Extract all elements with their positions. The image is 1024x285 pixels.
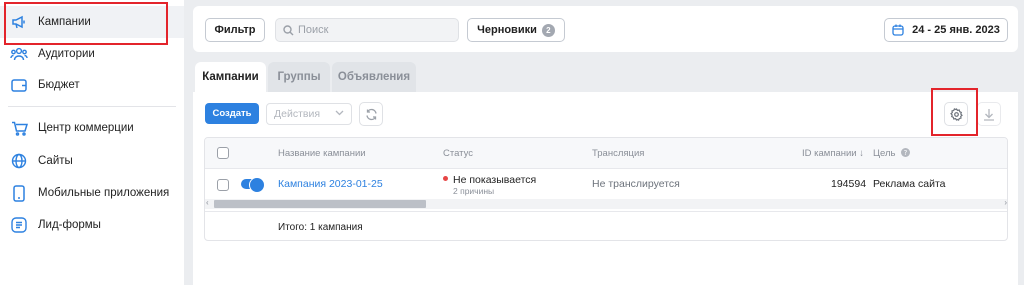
scrollbar-thumb[interactable]	[214, 200, 426, 208]
help-icon[interactable]: ?	[901, 148, 911, 160]
sidebar-item-label: Бюджет	[38, 79, 80, 91]
status-dot	[443, 176, 448, 181]
chevron-down-icon	[335, 110, 344, 116]
actions-select-label: Действия	[274, 108, 321, 120]
campaign-name-link[interactable]: Кампания 2023-01-25	[278, 178, 383, 190]
refresh-button[interactable]	[359, 102, 383, 126]
total-count: Итого: 1 кампания	[278, 222, 363, 233]
sidebar-item-sites[interactable]: Сайты	[0, 145, 184, 177]
tab-label: Группы	[277, 71, 321, 83]
globe-icon	[10, 152, 28, 170]
sidebar-item-label: Аудитории	[38, 48, 95, 60]
campaign-toggle[interactable]	[241, 177, 265, 193]
table-footer: Итого: 1 кампания	[205, 211, 1007, 240]
cart-icon	[10, 119, 28, 137]
drafts-button-label: Черновики	[477, 24, 537, 36]
table-header: Название кампании Статус Трансляция ID к…	[205, 138, 1007, 169]
horizontal-scrollbar[interactable]: ‹ ›	[205, 198, 1007, 209]
sidebar: Кампании Аудитории Бюджет Центр коммерци…	[0, 0, 184, 285]
drafts-count-badge: 2	[541, 23, 555, 37]
sidebar-item-audiences[interactable]: Аудитории	[0, 38, 184, 70]
sidebar-item-commerce[interactable]: Центр коммерции	[0, 112, 184, 144]
sidebar-item-budget[interactable]: Бюджет	[0, 69, 184, 101]
create-button-label: Создать	[212, 108, 252, 119]
download-button[interactable]	[977, 102, 1001, 126]
campaign-id: 194594	[831, 178, 867, 190]
sidebar-item-lead-forms[interactable]: Лид-формы	[0, 209, 184, 241]
download-icon	[983, 108, 995, 121]
sidebar-item-label: Лид-формы	[38, 219, 101, 231]
column-header-status[interactable]: Статус	[443, 148, 473, 159]
svg-text:?: ?	[904, 149, 908, 157]
search-icon	[283, 24, 294, 36]
search-field[interactable]	[275, 18, 459, 42]
settings-button[interactable]	[944, 102, 968, 126]
filter-button-label: Фильтр	[214, 24, 256, 36]
search-input[interactable]	[298, 24, 448, 36]
column-header-goal[interactable]: Цель ?	[873, 148, 911, 160]
scroll-left-arrow[interactable]: ‹	[206, 198, 209, 207]
date-range-button[interactable]: 24 - 25 янв. 2023	[884, 18, 1008, 42]
people-icon	[10, 45, 28, 63]
sidebar-item-label: Центр коммерции	[38, 122, 134, 134]
tab-label: Объявления	[337, 71, 411, 83]
tab-label: Кампании	[202, 71, 259, 83]
actions-select[interactable]: Действия	[266, 103, 352, 125]
status-label: Не показывается	[453, 174, 537, 186]
broadcast-status: Не транслируется	[592, 178, 680, 190]
megaphone-icon	[10, 13, 28, 31]
calendar-icon	[892, 24, 904, 36]
column-header-name[interactable]: Название кампании	[278, 148, 366, 159]
campaign-goal: Реклама сайта	[873, 178, 946, 190]
sidebar-item-campaigns[interactable]: Кампании	[0, 6, 184, 38]
campaigns-table: Название кампании Статус Трансляция ID к…	[204, 137, 1008, 241]
select-all-checkbox[interactable]	[217, 147, 229, 159]
sidebar-item-label: Мобильные приложения	[38, 187, 170, 199]
phone-icon	[10, 184, 28, 202]
date-range-label: 24 - 25 янв. 2023	[912, 24, 1000, 36]
status-reason[interactable]: 2 причины	[453, 186, 494, 196]
sidebar-item-mobile-apps[interactable]: Мобильные приложения	[0, 177, 184, 209]
create-button[interactable]: Создать	[205, 103, 259, 124]
tab-campaigns[interactable]: Кампании	[195, 62, 266, 92]
sidebar-item-label: Сайты	[38, 155, 73, 167]
refresh-icon	[365, 108, 378, 121]
column-header-id[interactable]: ID кампании ↓	[802, 148, 864, 159]
wallet-icon	[10, 76, 28, 94]
scroll-right-arrow[interactable]: ›	[1004, 198, 1007, 207]
sidebar-item-label: Кампании	[38, 16, 91, 28]
sidebar-divider	[8, 106, 176, 107]
form-icon	[10, 216, 28, 234]
campaign-status: Не показывается	[443, 174, 536, 186]
gear-icon	[949, 107, 963, 121]
tab-ads[interactable]: Объявления	[332, 62, 416, 92]
column-header-goal-label: Цель	[873, 148, 896, 159]
column-header-broadcast[interactable]: Трансляция	[592, 148, 644, 159]
filter-button[interactable]: Фильтр	[205, 18, 265, 42]
row-checkbox[interactable]	[217, 179, 229, 191]
tab-groups[interactable]: Группы	[268, 62, 330, 92]
filter-bar: Фильтр Черновики 2 24 - 25 янв. 2023	[193, 6, 1018, 52]
drafts-button[interactable]: Черновики 2	[467, 18, 565, 42]
table-row: Кампания 2023-01-25 Не показывается 2 пр…	[205, 169, 1007, 198]
